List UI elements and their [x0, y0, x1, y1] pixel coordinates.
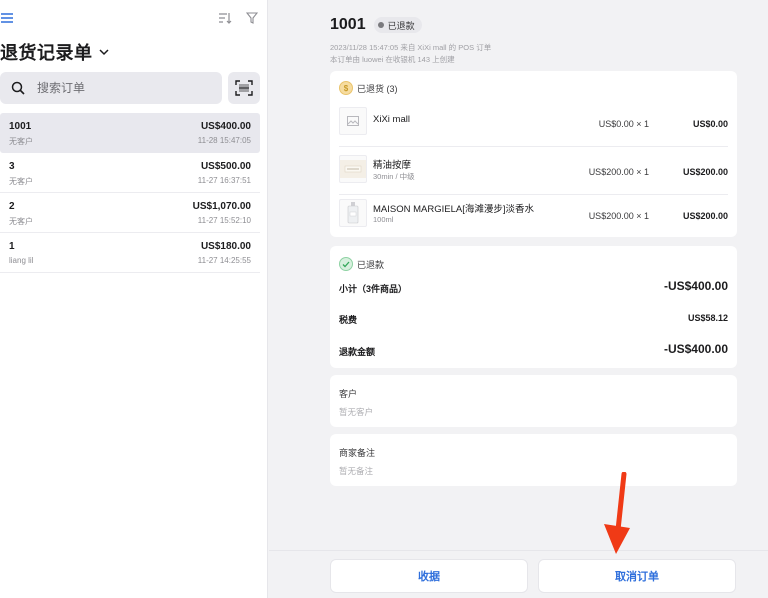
tax-row: 税费 US$58.12: [339, 310, 728, 328]
returned-items-card: $ 已退货 (3) XiXi mall US$0.00 × 1 US$0.00 …: [330, 71, 737, 237]
refund-amount-label: 退款金额: [339, 347, 376, 357]
order-time: 11-28 15:47:05: [197, 136, 251, 145]
order-row[interactable]: 1001 US$400.00 无客户 11-28 15:47:05: [0, 113, 260, 153]
search-box[interactable]: [0, 72, 222, 104]
order-list: 1001 US$400.00 无客户 11-28 15:47:05 3 US$5…: [0, 113, 260, 273]
item-total: US$0.00: [692, 119, 728, 129]
scan-button[interactable]: [228, 72, 260, 104]
refund-summary-card: 已退款 小计（3件商品） -US$400.00 税费 US$58.12 退款金额…: [330, 246, 737, 368]
order-detail-pane: 1001 已退款 2023/11/28 15:47:05 来自 XiXi mal…: [269, 0, 768, 598]
search-icon: [11, 81, 25, 95]
order-number: 1001: [330, 16, 366, 33]
page-title: 退货记录单: [0, 43, 93, 63]
item-total: US$200.00: [682, 211, 728, 221]
line-item[interactable]: 精油按摩 30min / 中级 US$200.00 × 1 US$200.00: [339, 151, 728, 195]
order-customer: 无客户: [9, 137, 33, 146]
item-unit-price: US$200.00 × 1: [588, 167, 649, 177]
sidebar-title-dropdown[interactable]: 退货记录单: [0, 40, 109, 64]
order-amount: US$1,070.00: [192, 201, 251, 212]
order-amount: US$500.00: [200, 161, 251, 172]
menu-icon[interactable]: [1, 12, 13, 24]
order-row[interactable]: 3 US$500.00 无客户 11-27 16:37:51: [0, 153, 260, 193]
order-customer: liang lil: [9, 256, 34, 265]
product-thumbnail: [339, 199, 367, 227]
sort-icon[interactable]: [218, 12, 232, 25]
order-customer: 无客户: [9, 177, 33, 186]
action-footer: 收据 取消订单: [269, 550, 768, 598]
product-thumbnail: [339, 155, 367, 183]
item-unit-price: US$0.00 × 1: [598, 119, 649, 129]
search-input[interactable]: [37, 81, 217, 95]
order-amount: US$180.00: [200, 241, 251, 252]
item-name: XiXi mall: [373, 114, 410, 125]
subtotal-value: -US$400.00: [663, 279, 728, 293]
item-variant: 30min / 中级: [373, 172, 415, 181]
order-time: 11-27 16:37:51: [197, 176, 251, 185]
tax-label: 税费: [339, 315, 358, 325]
image-placeholder-icon: [339, 107, 367, 135]
subtotal-label: 小计（3件商品）: [339, 284, 408, 294]
receipt-button[interactable]: 收据: [330, 559, 528, 593]
order-row[interactable]: 1 US$180.00 liang lil 11-27 14:25:55: [0, 233, 260, 273]
orders-sidebar: 退货记录单 1001 US$400.00 无客户 11-28 15:47:05 …: [0, 0, 268, 598]
chevron-down-icon: [98, 48, 109, 55]
refund-amount-row: 退款金额 -US$400.00: [339, 342, 728, 360]
order-id: 1: [9, 241, 15, 252]
order-time: 11-27 15:52:10: [197, 216, 251, 225]
filter-icon[interactable]: [246, 12, 258, 24]
subtotal-row: 小计（3件商品） -US$400.00: [339, 279, 728, 297]
line-item[interactable]: XiXi mall US$0.00 × 1 US$0.00: [339, 103, 728, 147]
customer-label: 客户: [339, 389, 358, 399]
customer-value: 暂无客户: [339, 407, 374, 417]
annotation-arrow-icon: [604, 472, 630, 554]
coin-icon: $: [339, 81, 353, 95]
customer-card[interactable]: 客户 暂无客户: [330, 375, 737, 427]
check-circle-icon: [339, 257, 353, 271]
order-header: 1001 已退款: [330, 16, 422, 34]
order-id: 2: [9, 201, 15, 212]
item-total: US$200.00: [682, 167, 728, 177]
order-amount: US$400.00: [200, 121, 251, 132]
cancel-order-button[interactable]: 取消订单: [538, 559, 736, 593]
status-badge-label: 已退款: [387, 20, 415, 31]
merchant-note-label: 商家备注: [339, 448, 376, 458]
order-meta-source: 2023/11/28 15:47:05 来自 XiXi mall 的 POS 订…: [330, 43, 492, 52]
order-id: 1001: [9, 121, 32, 132]
item-unit-price: US$200.00 × 1: [588, 211, 649, 221]
order-meta-creator: 本订单由 luowei 在收银机 143 上创建: [330, 55, 455, 64]
sidebar-toolbar: [0, 11, 268, 27]
item-variant: 100ml: [373, 215, 394, 224]
tax-value: US$58.12: [687, 313, 728, 323]
merchant-note-value: 暂无备注: [339, 466, 374, 476]
refund-title: 已退款: [357, 259, 385, 270]
refund-header: 已退款: [339, 257, 384, 271]
order-time: 11-27 14:25:55: [197, 256, 251, 265]
line-item[interactable]: MAISON MARGIELA[海滩漫步]淡香水 100ml US$200.00…: [339, 195, 728, 239]
barcode-scan-icon: [235, 80, 253, 96]
returned-items-header: $ 已退货 (3): [339, 81, 398, 95]
refund-amount-value: -US$400.00: [663, 342, 728, 356]
item-name: 精油按摩: [373, 160, 412, 171]
order-customer: 无客户: [9, 217, 33, 226]
returned-items-title: 已退货 (3): [357, 83, 398, 94]
merchant-note-card[interactable]: 商家备注 暂无备注: [330, 434, 737, 486]
item-name: MAISON MARGIELA[海滩漫步]淡香水: [373, 204, 534, 215]
order-row[interactable]: 2 US$1,070.00 无客户 11-27 15:52:10: [0, 193, 260, 233]
order-id: 3: [9, 161, 15, 172]
status-badge: 已退款: [373, 17, 422, 33]
status-dot-icon: [377, 22, 384, 28]
